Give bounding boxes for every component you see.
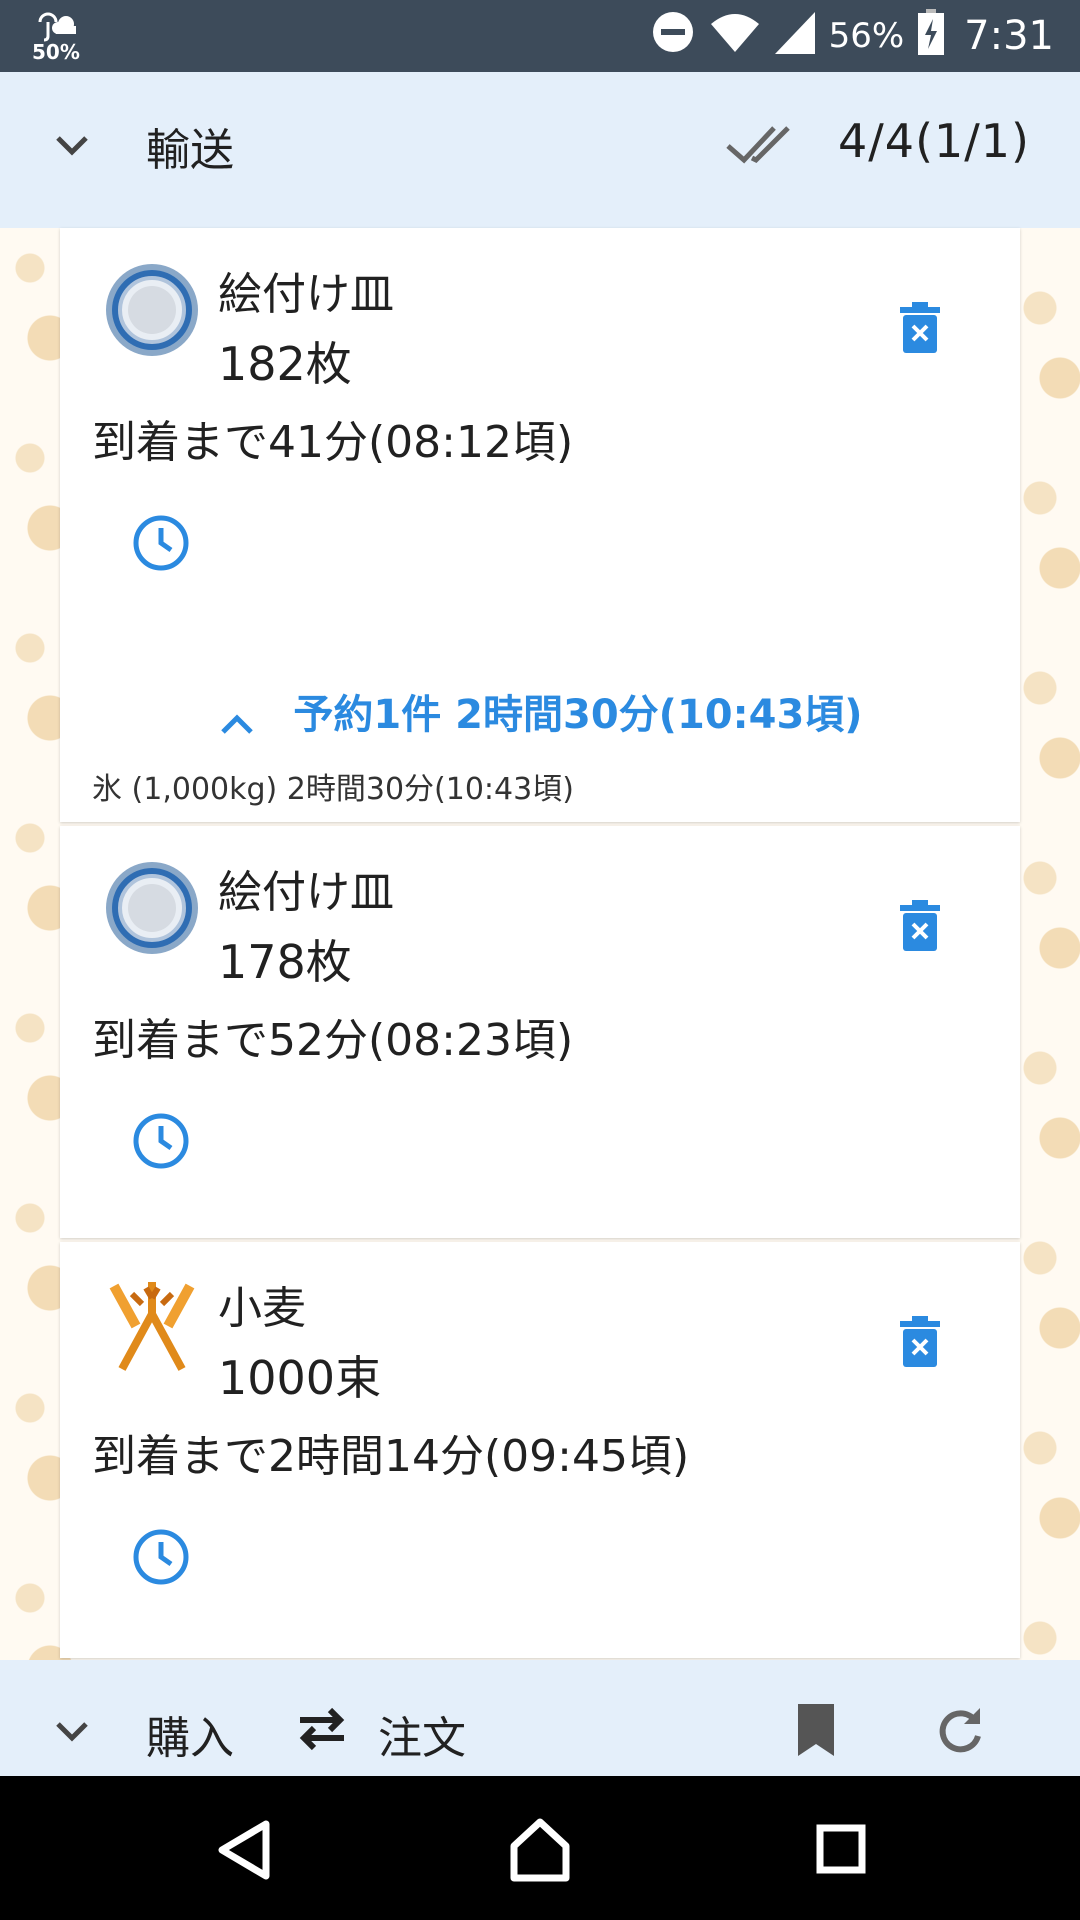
shipment-card: 絵付け皿 182枚 到着まで41分(08:12頃) 予約1件 2時間30分(10… — [60, 228, 1020, 822]
item-quantity: 1000束 — [218, 1351, 382, 1405]
delete-icon[interactable] — [898, 1316, 942, 1368]
shipment-card: 小麦 1000束 到着まで2時間14分(09:45頃) — [60, 1242, 1020, 1658]
item-name: 絵付け皿 — [218, 867, 394, 918]
bottom-toolbar: 購入 注文 — [0, 1660, 1080, 1776]
status-bar: 50% 56% 7:31 — [0, 0, 1080, 72]
reservation-summary: 予約1件 2時間30分(10:43頃) — [293, 692, 863, 738]
battery-charging-icon — [918, 8, 945, 64]
item-quantity: 182枚 — [218, 337, 352, 391]
transport-header[interactable]: 輸送 4/4(1/1) — [0, 72, 1080, 228]
clock-time: 7:31 — [964, 13, 1054, 59]
signal-icon — [774, 10, 815, 63]
collapse-chevron-icon[interactable] — [50, 124, 94, 168]
do-not-disturb-icon — [651, 10, 695, 63]
recent-apps-icon[interactable] — [816, 1824, 866, 1874]
arrival-time: 到着まで41分(08:12頃) — [92, 417, 574, 468]
schedule-clock-icon[interactable] — [132, 1528, 190, 1586]
shipment-count: 4/4(1/1) — [838, 114, 1030, 168]
delete-icon[interactable] — [898, 302, 942, 354]
battery-percent: 56% — [828, 16, 905, 56]
item-name: 絵付け皿 — [218, 269, 394, 320]
done-all-icon[interactable] — [726, 120, 796, 170]
expand-chevron-icon[interactable] — [50, 1710, 94, 1754]
schedule-clock-icon[interactable] — [132, 514, 190, 572]
wheat-icon — [102, 1274, 202, 1374]
arrival-time: 到着まで2時間14分(09:45頃) — [92, 1431, 690, 1482]
bookmark-icon[interactable] — [796, 1704, 836, 1756]
reservation-toggle[interactable]: 予約1件 2時間30分(10:43頃) — [60, 682, 1020, 740]
wifi-icon — [709, 10, 761, 63]
weather-icon: 50% — [28, 8, 84, 64]
schedule-clock-icon[interactable] — [132, 1112, 190, 1170]
system-nav-bar — [0, 1776, 1080, 1920]
back-icon[interactable] — [214, 1818, 274, 1882]
swap-arrows-icon[interactable] — [296, 1704, 348, 1754]
reservation-detail: 氷 (1,000kg) 2時間30分(10:43頃) — [92, 772, 574, 807]
chevron-up-icon — [217, 702, 257, 734]
refresh-icon[interactable] — [934, 1704, 986, 1756]
weather-percent: 50% — [32, 40, 80, 64]
arrival-time: 到着まで52分(08:23頃) — [92, 1015, 574, 1066]
item-quantity: 178枚 — [218, 935, 352, 989]
order-tab[interactable]: 注文 — [378, 1702, 466, 1766]
item-name: 小麦 — [218, 1283, 306, 1334]
shipment-card: 絵付け皿 178枚 到着まで52分(08:23頃) — [60, 826, 1020, 1238]
buy-tab[interactable]: 購入 — [146, 1702, 234, 1766]
page-title: 輸送 — [146, 125, 234, 176]
delete-icon[interactable] — [898, 900, 942, 952]
plate-icon — [102, 858, 202, 958]
plate-icon — [102, 260, 202, 360]
home-icon[interactable] — [508, 1816, 572, 1882]
